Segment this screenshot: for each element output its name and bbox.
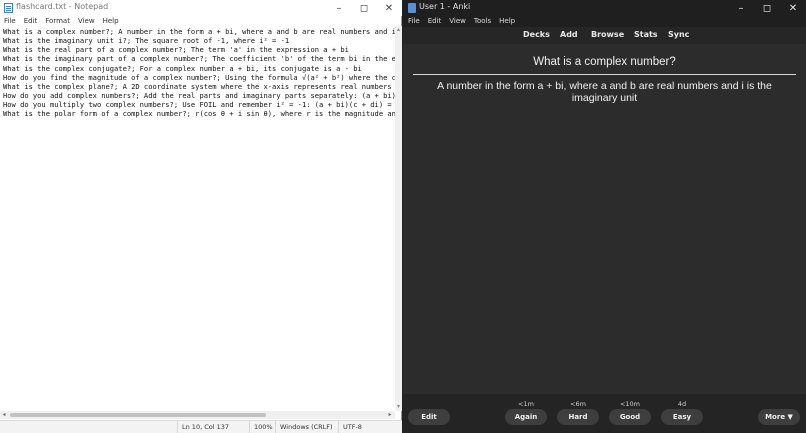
- scroll-right-icon[interactable]: ▸: [386, 411, 394, 419]
- line-ending: Windows (CRLF): [275, 421, 333, 433]
- menu-format[interactable]: Format: [41, 16, 74, 26]
- card-divider: [413, 74, 796, 75]
- hard-button[interactable]: Hard: [557, 409, 599, 425]
- good-button[interactable]: Good: [609, 409, 651, 425]
- easy-button[interactable]: Easy: [661, 409, 703, 425]
- easy-interval: 4d: [677, 400, 687, 408]
- menu-edit[interactable]: Edit: [423, 16, 445, 27]
- more-button[interactable]: More ▼: [758, 409, 800, 425]
- anki-window-title: User 1 - Anki: [419, 2, 471, 11]
- scroll-down-icon[interactable]: ▾: [395, 403, 402, 410]
- menu-tools[interactable]: Tools: [469, 16, 494, 27]
- menu-edit[interactable]: Edit: [20, 16, 42, 26]
- again-button[interactable]: Again: [505, 409, 547, 425]
- scroll-left-icon[interactable]: ◂: [0, 411, 8, 419]
- menu-file[interactable]: File: [403, 16, 423, 27]
- close-icon[interactable]: ✕: [376, 0, 402, 16]
- toolbar-sync[interactable]: Sync: [668, 30, 689, 39]
- anki-menu-bar: File Edit View Tools Help: [403, 16, 806, 27]
- menu-view[interactable]: View: [74, 16, 99, 26]
- vertical-scrollbar[interactable]: ▴ ▾: [395, 26, 402, 411]
- notepad-window-title: flashcard.txt - Notepad: [16, 2, 109, 11]
- edit-button[interactable]: Edit: [408, 409, 450, 425]
- text-line: What is the complex plane?; A 2D coordin…: [3, 81, 392, 91]
- encoding: UTF-8: [338, 421, 362, 433]
- text-line: How do you find the magnitude of a compl…: [3, 72, 395, 82]
- card-question: What is a complex number?: [533, 56, 676, 68]
- maximize-icon[interactable]: ◻: [754, 0, 780, 16]
- horizontal-scrollbar[interactable]: ◂ ▸: [0, 411, 395, 419]
- anki-review-bar: Edit <1m Again <6m Hard <10m Good 4d Eas…: [403, 394, 806, 433]
- text-line: What is the imaginary part of a complex …: [3, 54, 395, 64]
- scroll-up-icon[interactable]: ▴: [395, 26, 402, 33]
- text-line: How do you add complex numbers?; Add the…: [3, 91, 395, 101]
- good-interval: <10m: [619, 400, 641, 408]
- toolbar-browse[interactable]: Browse: [591, 30, 624, 39]
- horizontal-scroll-thumb[interactable]: [10, 413, 266, 417]
- menu-help[interactable]: Help: [494, 16, 518, 27]
- notepad-menu-bar: File Edit Format View Help: [0, 16, 402, 26]
- anki-app-icon: [408, 3, 416, 13]
- cursor-position: Ln 10, Col 137: [177, 421, 229, 433]
- notepad-window: flashcard.txt - Notepad – ◻ ✕ File Edit …: [0, 0, 402, 433]
- menu-view[interactable]: View: [444, 16, 469, 27]
- minimize-icon[interactable]: –: [728, 0, 754, 16]
- zoom-level: 100%: [249, 421, 273, 433]
- toolbar-add[interactable]: Add: [560, 30, 578, 39]
- maximize-icon[interactable]: ◻: [351, 0, 377, 16]
- text-line: How do you multiply two complex numbers?…: [3, 100, 392, 110]
- anki-title-bar[interactable]: User 1 - Anki – ◻ ✕: [403, 0, 806, 16]
- close-icon[interactable]: ✕: [780, 0, 806, 16]
- anki-top-toolbar: Decks Add Browse Stats Sync: [403, 27, 806, 44]
- hard-interval: <6m: [570, 400, 586, 408]
- notepad-title-bar[interactable]: flashcard.txt - Notepad – ◻ ✕: [0, 0, 402, 16]
- text-line: What is the complex conjugate?; For a co…: [3, 63, 362, 73]
- again-interval: <1m: [518, 400, 534, 408]
- text-line: What is the imaginary unit i?; The squar…: [3, 36, 290, 46]
- anki-window: User 1 - Anki – ◻ ✕ File Edit View Tools…: [403, 0, 806, 433]
- notepad-text-area[interactable]: What is a complex number?; A number in t…: [3, 27, 395, 407]
- text-line: What is the real part of a complex numbe…: [3, 45, 349, 55]
- notepad-app-icon: [4, 3, 13, 13]
- toolbar-stats[interactable]: Stats: [634, 30, 658, 39]
- toolbar-decks[interactable]: Decks: [523, 30, 550, 39]
- text-line: What is the polar form of a complex numb…: [3, 109, 395, 119]
- card-answer: A number in the form a + bi, where a and…: [437, 80, 772, 104]
- menu-help[interactable]: Help: [99, 16, 123, 26]
- minimize-icon[interactable]: –: [326, 0, 352, 16]
- notepad-status-bar: Ln 10, Col 137 100% Windows (CRLF) UTF-8: [0, 420, 402, 433]
- text-line: What is a complex number?; A number in t…: [3, 27, 395, 36]
- menu-file[interactable]: File: [0, 16, 20, 26]
